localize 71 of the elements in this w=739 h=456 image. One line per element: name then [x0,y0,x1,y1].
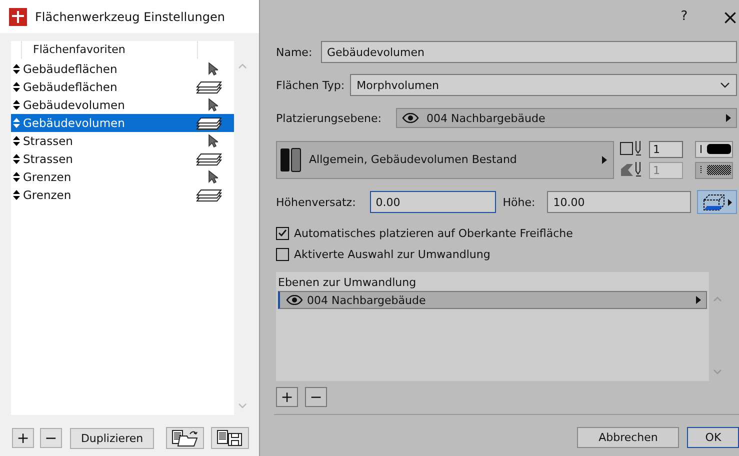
favorite-item[interactable]: Grenzen [11,186,234,204]
drag-handle-icon [13,64,20,74]
duplicate-button[interactable]: Duplizieren [70,428,154,448]
drag-handle-icon [13,154,20,164]
pointer-icon [208,62,218,76]
favorite-item[interactable]: Grenzen [11,168,234,186]
drag-handle-icon [13,136,20,146]
triangle-right-icon [696,296,701,304]
list-header: Ebenen zur Umwandlung [277,275,418,291]
eye-icon [402,113,420,123]
favorite-item[interactable]: Gebäudevolumen [11,114,234,132]
field-label: Höhe: [502,196,536,208]
checkbox[interactable]: Aktiverte Auswahl zur Umwandlung [276,246,738,262]
surface-button[interactable]: Allgemein, Gebäudevolumen Bestand [276,140,614,178]
folder-icon [171,429,200,447]
pointer-icon [208,170,218,184]
help-button[interactable]: ? [661,2,708,32]
checkmark-icon [278,229,287,237]
column-header: Flächenfavoriten [21,41,198,59]
layer-item[interactable]: 004 Nachbargebäude [278,291,707,309]
pointer-icon [208,98,218,112]
box-icon [702,193,726,211]
drag-handle-icon [13,118,20,128]
drag-handle-icon [13,82,20,92]
add-layer-button[interactable]: + [276,387,298,407]
fill-pattern-button[interactable] [695,162,733,178]
save-favorites-button[interactable] [211,427,249,449]
field-label: Flächen Typ: [276,78,345,92]
area-type-dropdown[interactable]: Morphvolumen [350,74,738,96]
placement-layer-dropdown[interactable]: 004 Nachbargebäude [396,108,738,128]
triangle-right-icon [728,198,732,206]
stacked-layers-icon [196,80,222,94]
checkbox-box[interactable] [276,248,289,260]
chevron-down-icon [720,82,730,88]
ok-button[interactable]: OK [687,427,739,448]
open-favorites-button[interactable] [166,427,204,449]
line-type-button[interactable] [695,140,733,158]
stacked-layers-icon [196,152,222,166]
field-label: Platzierungsebene: [276,112,382,124]
field-label: Höhenversatz: [276,196,356,208]
stacked-layers-icon [196,116,222,130]
eye-icon [286,295,303,305]
height-offset-field[interactable]: 0.00 [370,191,496,213]
field-label: Name: [276,46,314,58]
triangle-right-icon [602,156,607,164]
pointer-icon [208,134,218,148]
favorite-item[interactable]: Strassen [11,132,234,150]
remove-button[interactable]: − [40,428,62,448]
name-field[interactable]: Gebäudevolumen [321,41,738,63]
volume-button[interactable] [697,190,738,214]
close-button[interactable]: × [707,2,739,32]
height-field[interactable]: 10.00 [547,191,692,213]
stacked-layers-icon [196,188,222,202]
favorite-item[interactable]: Strassen [11,150,234,168]
drag-handle-icon [13,100,20,110]
favorite-item[interactable]: Gebäudeflächen [11,78,234,96]
favorite-item[interactable]: Gebäudeflächen [11,60,234,78]
remove-layer-button[interactable]: − [305,387,327,407]
checkbox[interactable]: Automatisches platzieren auf Oberkante Freifläche [276,225,738,241]
window-title: Flächenwerkzeug Einstellungen [35,10,225,24]
floppy-disk-icon [216,429,244,447]
app-icon [9,8,27,26]
drag-handle-icon [13,190,20,200]
drag-handle-icon [13,172,20,182]
add-button[interactable]: + [12,428,34,448]
surface-swatch-icon [280,148,302,172]
triangle-right-icon [726,114,732,122]
favorite-item[interactable]: Gebäudevolumen [11,96,234,114]
pen-number-field[interactable]: 1 [649,140,683,158]
cancel-button[interactable]: Abbrechen [577,427,680,448]
checkbox-box[interactable] [276,226,289,240]
